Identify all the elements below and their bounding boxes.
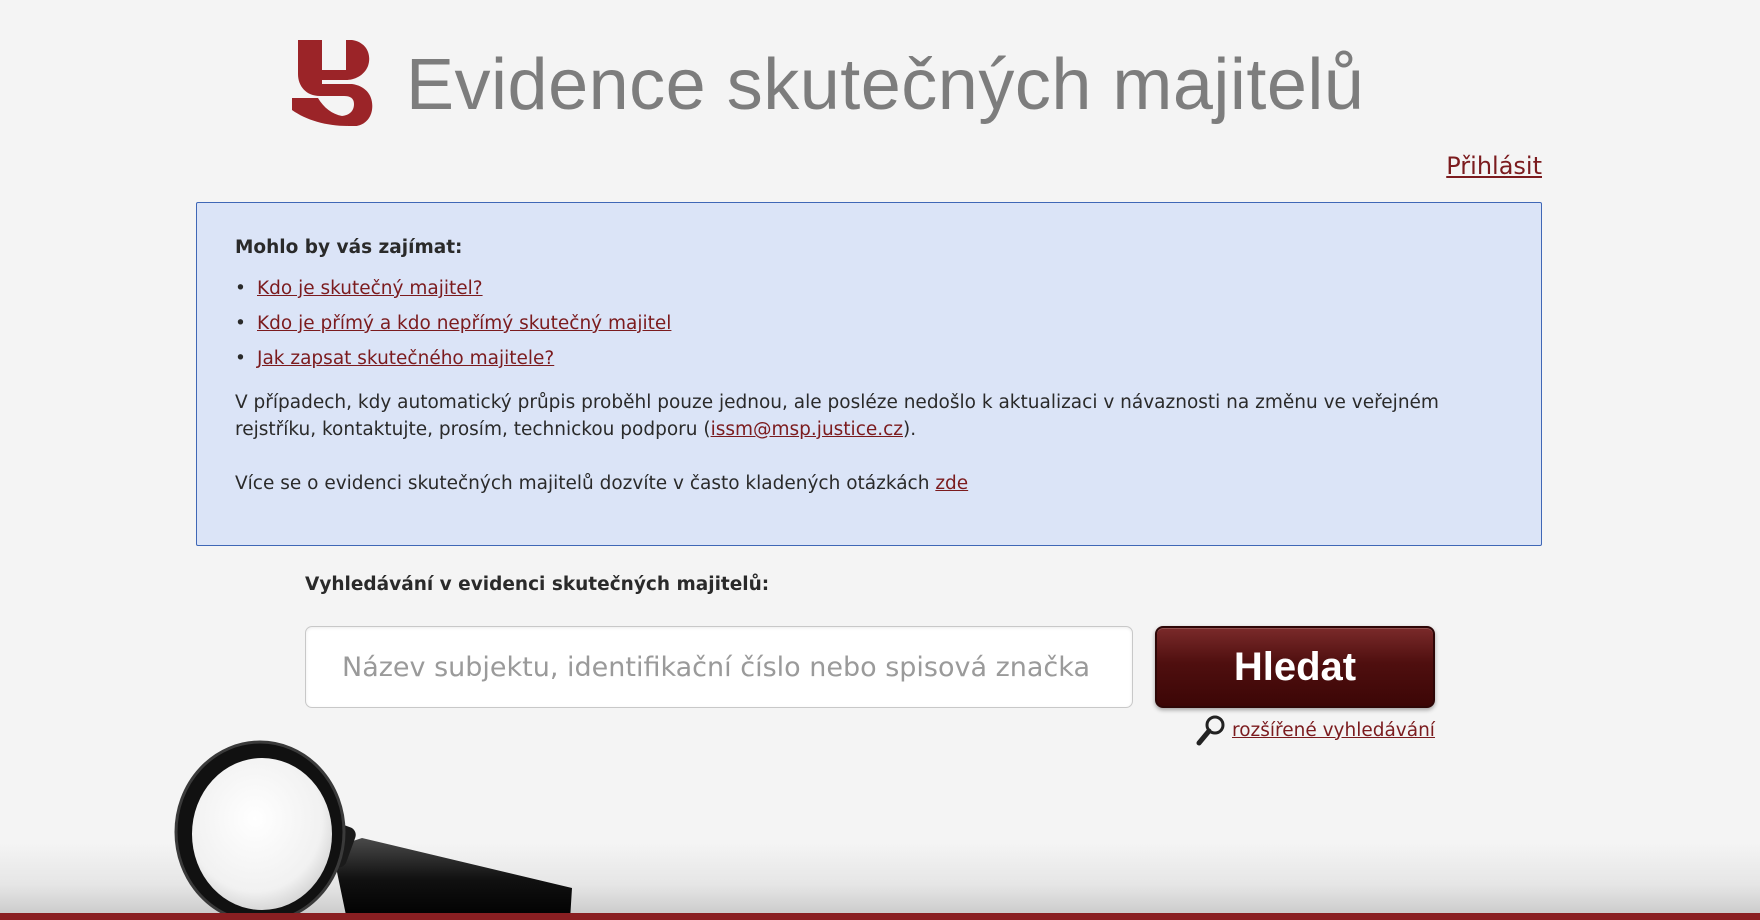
faq-text: Více se o evidenci skutečných majitelů d… (235, 473, 936, 494)
site-title: Evidence skutečných majitelů (406, 45, 1365, 125)
search-heading: Vyhledávání v evidenci skutečných majite… (305, 574, 770, 595)
link-who-is-owner[interactable]: Kdo je skutečný majitel? (257, 278, 483, 299)
info-heading: Mohlo by vás zajímat: (235, 237, 463, 258)
faq-link[interactable]: zde (935, 473, 968, 494)
info-box: Mohlo by vás zajímat: • Kdo je skutečný … (196, 202, 1542, 546)
login-link[interactable]: Přihlásit (1446, 152, 1542, 180)
info-links-list: • Kdo je skutečný majitel? • Kdo je přím… (235, 276, 1503, 371)
support-email-link[interactable]: issm@msp.justice.cz (711, 419, 903, 440)
list-item: • Kdo je skutečný majitel? (235, 276, 1503, 301)
header: Evidence skutečných majitelů (292, 38, 1364, 128)
advanced-search[interactable]: rozšířené vyhledávání (1196, 714, 1435, 746)
link-how-to-register[interactable]: Jak zapsat skutečného majitele? (257, 348, 554, 369)
bullet-icon: • (235, 348, 246, 369)
bullet-icon: • (235, 278, 246, 299)
search-button[interactable]: Hledat (1155, 626, 1435, 708)
advanced-search-link[interactable]: rozšířené vyhledávání (1232, 720, 1435, 741)
page: Evidence skutečných majitelů Přihlásit M… (0, 0, 1760, 920)
link-direct-indirect-owner[interactable]: Kdo je přímý a kdo nepřímý skutečný maji… (257, 313, 671, 334)
list-item: • Kdo je přímý a kdo nepřímý skutečný ma… (235, 311, 1503, 336)
bottom-bar (0, 913, 1760, 920)
magnifying-glass-icon (174, 740, 572, 920)
justice-logo-icon (292, 40, 373, 126)
list-item: • Jak zapsat skutečného majitele? (235, 346, 1503, 371)
magnifier-icon (1196, 715, 1225, 746)
search-input[interactable] (305, 626, 1133, 708)
faq-paragraph: Více se o evidenci skutečných majitelů d… (235, 470, 1503, 497)
support-text-end: ). (903, 419, 917, 440)
support-paragraph: V případech, kdy automatický průpis prob… (235, 389, 1503, 443)
bullet-icon: • (235, 313, 246, 334)
